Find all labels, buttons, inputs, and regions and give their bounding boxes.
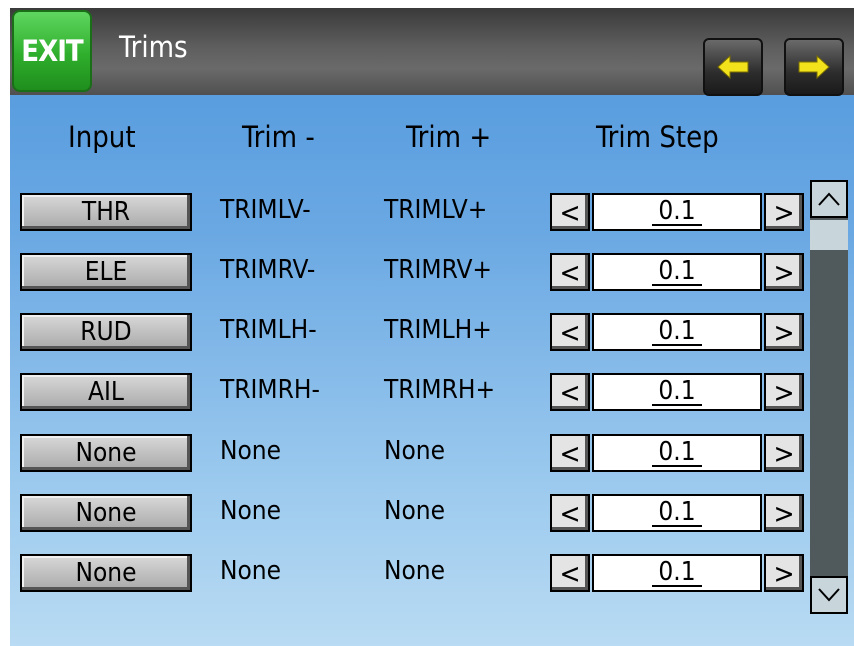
trim-step-value[interactable]: 0.1	[592, 494, 762, 532]
input-select-button[interactable]: None	[20, 554, 192, 592]
input-select-button[interactable]: THR	[20, 193, 192, 231]
chevron-up-icon	[818, 192, 840, 206]
scroll-up-button[interactable]	[810, 180, 848, 218]
trim-row: None None None < 0.1 >	[10, 494, 854, 534]
step-decrease-button[interactable]: <	[550, 253, 590, 291]
input-select-button[interactable]: None	[20, 494, 192, 532]
trim-minus-value[interactable]: TRIMLV-	[220, 195, 311, 225]
trim-row: THR TRIMLV- TRIMLV+ < 0.1 >	[10, 193, 854, 233]
step-decrease-button[interactable]: <	[550, 494, 590, 532]
step-increase-button[interactable]: >	[764, 554, 804, 592]
column-header-trim-minus: Trim -	[242, 120, 315, 154]
trim-plus-value[interactable]: TRIMRV+	[384, 255, 492, 285]
trim-plus-value[interactable]: None	[384, 436, 445, 466]
trims-screen: EXIT Trims Input Trim - Trim + Trim Step…	[10, 8, 854, 646]
trim-plus-value[interactable]: TRIMRH+	[384, 375, 495, 405]
input-select-button[interactable]: ELE	[20, 253, 192, 291]
trim-plus-value[interactable]: TRIMLH+	[384, 315, 492, 345]
trim-step-text: 0.1	[652, 198, 702, 226]
trim-plus-value[interactable]: TRIMLV+	[384, 195, 487, 225]
input-select-button[interactable]: None	[20, 434, 192, 472]
page-title: Trims	[119, 30, 188, 64]
trim-minus-value[interactable]: TRIMRV-	[220, 255, 315, 285]
exit-button[interactable]: EXIT	[12, 10, 92, 92]
step-increase-button[interactable]: >	[764, 494, 804, 532]
step-decrease-button[interactable]: <	[550, 193, 590, 231]
column-header-input: Input	[68, 120, 136, 154]
trim-row: None None None < 0.1 >	[10, 554, 854, 594]
chevron-down-icon	[818, 588, 840, 602]
step-increase-button[interactable]: >	[764, 253, 804, 291]
step-increase-button[interactable]: >	[764, 313, 804, 351]
next-page-button[interactable]	[784, 38, 844, 96]
trim-step-text: 0.1	[652, 559, 702, 587]
trim-step-text: 0.1	[652, 499, 702, 527]
trim-row: None None None < 0.1 >	[10, 434, 854, 474]
trim-step-value[interactable]: 0.1	[592, 253, 762, 291]
column-header-trim-step: Trim Step	[596, 120, 719, 154]
scroll-thumb[interactable]	[810, 220, 848, 250]
trim-step-value[interactable]: 0.1	[592, 373, 762, 411]
step-increase-button[interactable]: >	[764, 434, 804, 472]
trim-row: RUD TRIMLH- TRIMLH+ < 0.1 >	[10, 313, 854, 353]
input-select-button[interactable]: AIL	[20, 373, 192, 411]
trim-step-value[interactable]: 0.1	[592, 193, 762, 231]
column-header-trim-plus: Trim +	[406, 120, 492, 154]
trim-step-value[interactable]: 0.1	[592, 434, 762, 472]
step-decrease-button[interactable]: <	[550, 373, 590, 411]
input-select-button[interactable]: RUD	[20, 313, 192, 351]
step-increase-button[interactable]: >	[764, 373, 804, 411]
trim-minus-value[interactable]: TRIMLH-	[220, 315, 317, 345]
trim-step-text: 0.1	[652, 318, 702, 346]
title-bar: EXIT Trims	[10, 8, 854, 96]
trim-step-text: 0.1	[652, 378, 702, 406]
trim-plus-value[interactable]: None	[384, 556, 445, 586]
step-increase-button[interactable]: >	[764, 193, 804, 231]
trim-minus-value[interactable]: TRIMRH-	[220, 375, 320, 405]
arrow-left-icon	[717, 54, 749, 80]
scrollbar[interactable]	[810, 180, 848, 614]
trim-minus-value[interactable]: None	[220, 496, 281, 526]
scroll-down-button[interactable]	[810, 576, 848, 614]
trim-row: ELE TRIMRV- TRIMRV+ < 0.1 >	[10, 253, 854, 293]
trim-step-text: 0.1	[652, 258, 702, 286]
trim-step-value[interactable]: 0.1	[592, 554, 762, 592]
step-decrease-button[interactable]: <	[550, 313, 590, 351]
trim-minus-value[interactable]: None	[220, 436, 281, 466]
arrow-right-icon	[798, 54, 830, 80]
previous-page-button[interactable]	[703, 38, 763, 96]
step-decrease-button[interactable]: <	[550, 434, 590, 472]
trim-row: AIL TRIMRH- TRIMRH+ < 0.1 >	[10, 373, 854, 413]
trim-step-text: 0.1	[652, 439, 702, 467]
trim-minus-value[interactable]: None	[220, 556, 281, 586]
step-decrease-button[interactable]: <	[550, 554, 590, 592]
trim-plus-value[interactable]: None	[384, 496, 445, 526]
trim-step-value[interactable]: 0.1	[592, 313, 762, 351]
